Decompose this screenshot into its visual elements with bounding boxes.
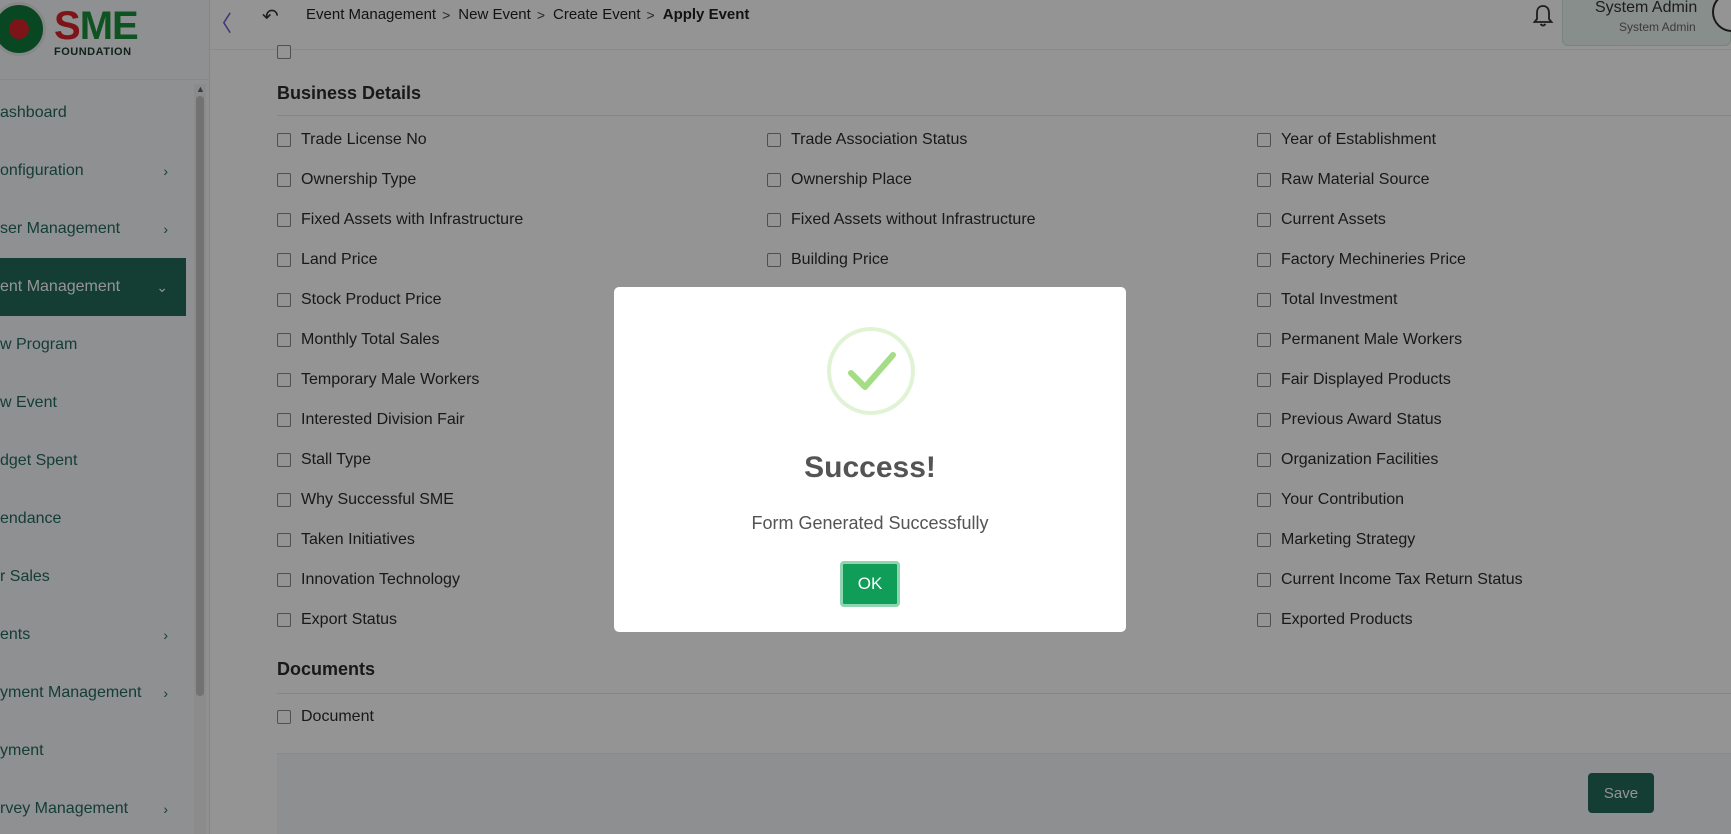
ok-button[interactable]: OK	[840, 561, 900, 607]
dialog-message: Form Generated Successfully	[751, 513, 989, 533]
success-dialog: Success! Form Generated Successfully OK	[614, 287, 1126, 632]
app-root: SME FOUNDATION ashboard onfiguration › se…	[0, 0, 1731, 834]
dialog-title: Success!	[804, 451, 936, 484]
check-icon	[827, 327, 915, 415]
